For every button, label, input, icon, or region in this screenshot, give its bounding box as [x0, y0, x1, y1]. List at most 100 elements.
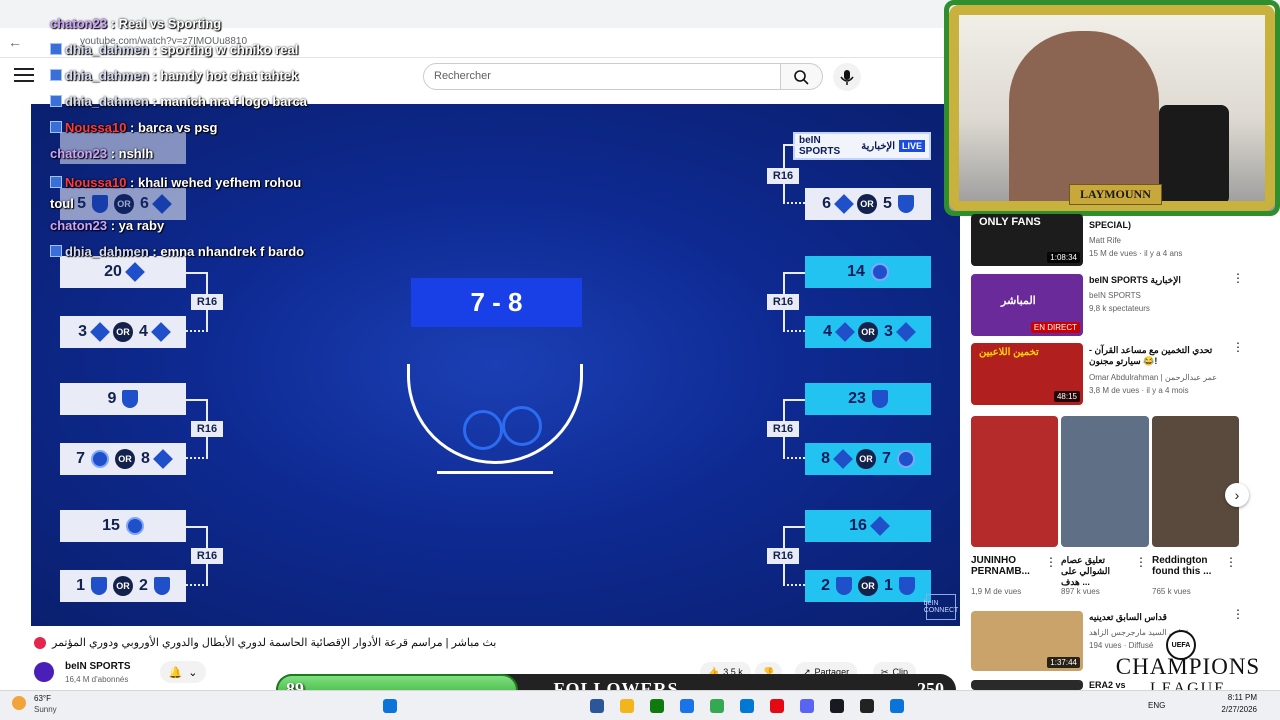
channel-name[interactable]: Matt Rife — [1089, 235, 1121, 246]
channel-name[interactable]: Omar Abdulrahman | عمر عبدالرحمن — [1089, 372, 1229, 383]
video-thumbnail[interactable]: المباشر EN DIRECT — [971, 274, 1083, 336]
bein-connect-logo: beIN CONNECT — [924, 594, 958, 620]
bracket-seed-slot: 16 — [805, 510, 931, 542]
back-arrow-icon[interactable]: ← — [8, 34, 22, 50]
chrome-icon[interactable] — [710, 699, 724, 713]
or-badge: OR — [113, 576, 133, 596]
app-icon[interactable] — [890, 699, 904, 713]
video-thumbnail[interactable] — [971, 680, 1083, 690]
sun-icon[interactable] — [12, 696, 26, 710]
short-thumbnail[interactable] — [1152, 416, 1239, 547]
club-crest-icon — [836, 577, 852, 595]
channel-avatar[interactable] — [34, 662, 54, 682]
seed-number: 8 — [141, 450, 150, 467]
live-badge: EN DIRECT — [1030, 322, 1080, 333]
voice-search-button[interactable] — [833, 63, 861, 91]
app-icon[interactable] — [590, 699, 604, 713]
round-label: R16 — [191, 294, 223, 310]
bracket-connector — [783, 188, 805, 204]
or-badge: OR — [856, 449, 876, 469]
club-crest-icon — [122, 390, 139, 408]
chat-message: dhia_dahmen : hamdy hot chat tahtek — [46, 66, 322, 85]
discord-icon[interactable] — [800, 699, 814, 713]
streamer-webcam: LAYMOUNN — [944, 0, 1280, 216]
folder-icon[interactable] — [620, 699, 634, 713]
keyboard-language[interactable]: ENG — [1148, 701, 1165, 710]
seed-number: 23 — [848, 390, 866, 407]
subscriber-count: 16,4 M d'abonnés — [65, 675, 129, 684]
clock-time[interactable]: 8:11 PM — [1213, 693, 1257, 702]
search-button[interactable] — [781, 63, 823, 90]
bracket-seed-slot: 14 — [805, 256, 931, 288]
bein-sports-badge: beIN SPORTS الإخبارية LIVE — [793, 132, 931, 160]
short-title[interactable]: تعليق عصام الشوالي على هدف ... — [1061, 555, 1131, 588]
more-options-icon[interactable]: ⋮ — [1232, 608, 1244, 626]
bracket-connector — [783, 570, 805, 586]
menu-icon[interactable] — [14, 68, 34, 84]
round-label: R16 — [767, 548, 799, 564]
thumbnail-text: المباشر — [1001, 295, 1036, 307]
chat-text: Real vs Sporting — [118, 16, 222, 31]
steam-icon[interactable] — [830, 699, 844, 713]
seed-number: 14 — [847, 263, 865, 280]
video-title[interactable]: تحدي التخمين مع مساعد القرآن - سيارتو مج… — [1089, 345, 1227, 367]
seed-number: 3 — [78, 323, 87, 340]
or-badge: OR — [113, 322, 133, 342]
chevron-right-icon[interactable]: › — [1225, 483, 1249, 507]
video-meta: 3,8 M de vues · il y a 4 mois — [1089, 386, 1189, 395]
bracket-pair-slot: 6 OR 5 — [805, 188, 931, 220]
short-thumbnail[interactable] — [1061, 416, 1149, 547]
edge-icon[interactable] — [740, 699, 754, 713]
chat-badge-icon — [50, 43, 62, 55]
seed-number: 2 — [821, 577, 830, 594]
search-icon — [794, 70, 809, 85]
bracket-seed-slot: 9 — [60, 383, 186, 415]
chat-username: Noussa10 — [65, 175, 127, 190]
more-options-icon[interactable]: ⋮ — [1232, 272, 1244, 290]
more-options-icon[interactable]: ⋮ — [1225, 556, 1237, 574]
app-icon[interactable] — [650, 699, 664, 713]
video-title[interactable]: قداس السابق تعدينيه — [1089, 612, 1199, 623]
seed-number: 15 — [102, 517, 120, 534]
notification-bell-button[interactable]: 🔔 ⌄ — [160, 661, 206, 683]
chat-text: barca vs psg — [137, 120, 218, 135]
chat-message: dhia_dahmen : emna nhandrek f bardo — [46, 242, 322, 261]
weather-temp[interactable]: 63°F — [34, 694, 51, 703]
short-title[interactable]: JUNINHO PERNAMB... — [971, 555, 1041, 577]
bracket-connector — [783, 316, 805, 332]
round-label: R16 — [191, 421, 223, 437]
clock-date[interactable]: 2/27/2026 — [1213, 705, 1257, 714]
chat-username: Noussa10 — [65, 120, 127, 135]
club-crest-icon — [898, 577, 915, 595]
bracket-pair-slot: 7 OR 8 — [60, 443, 186, 475]
weather-desc[interactable]: Sunny — [34, 705, 57, 714]
round-label: R16 — [191, 548, 223, 564]
windows-start-icon[interactable] — [383, 699, 397, 713]
channel-name[interactable]: beIN SPORTS — [65, 661, 131, 672]
video-title[interactable]: SPECIAL) — [1089, 220, 1229, 231]
video-title[interactable]: beIN SPORTS الإخبارية — [1089, 275, 1229, 286]
more-options-icon[interactable]: ⋮ — [1232, 341, 1244, 359]
search-input[interactable]: Rechercher — [423, 63, 781, 90]
bracket-seed-slot: 15 — [60, 510, 186, 542]
video-thumbnail[interactable]: 1:37:44 — [971, 611, 1083, 671]
chat-username: dhia_dahmen — [65, 68, 149, 83]
seed-number: 7 — [76, 450, 85, 467]
obs-icon[interactable] — [860, 699, 874, 713]
short-title[interactable]: Reddington found this ... — [1152, 555, 1222, 577]
netflix-icon[interactable] — [770, 699, 784, 713]
chat-message: chaton23 : ya raby — [46, 216, 322, 235]
chat-text: nshlh — [118, 146, 154, 161]
video-thumbnail[interactable]: تخمين اللاعبين 48:15 — [971, 343, 1083, 405]
more-options-icon[interactable]: ⋮ — [1135, 556, 1147, 574]
more-options-icon[interactable]: ⋮ — [1045, 556, 1057, 574]
thumbnail-text: ONLY FANS — [979, 216, 1041, 228]
channel-name[interactable]: beIN SPORTS — [1089, 290, 1141, 301]
video-thumbnail[interactable]: ONLY FANS 1:08:34 — [971, 214, 1083, 266]
short-thumbnail[interactable] — [971, 416, 1058, 547]
short-views: 1,9 M de vues — [971, 587, 1022, 596]
video-duration: 1:08:34 — [1047, 252, 1080, 263]
seed-number: 9 — [107, 390, 117, 407]
browser-icon[interactable] — [680, 699, 694, 713]
seed-number: 8 — [821, 450, 830, 467]
